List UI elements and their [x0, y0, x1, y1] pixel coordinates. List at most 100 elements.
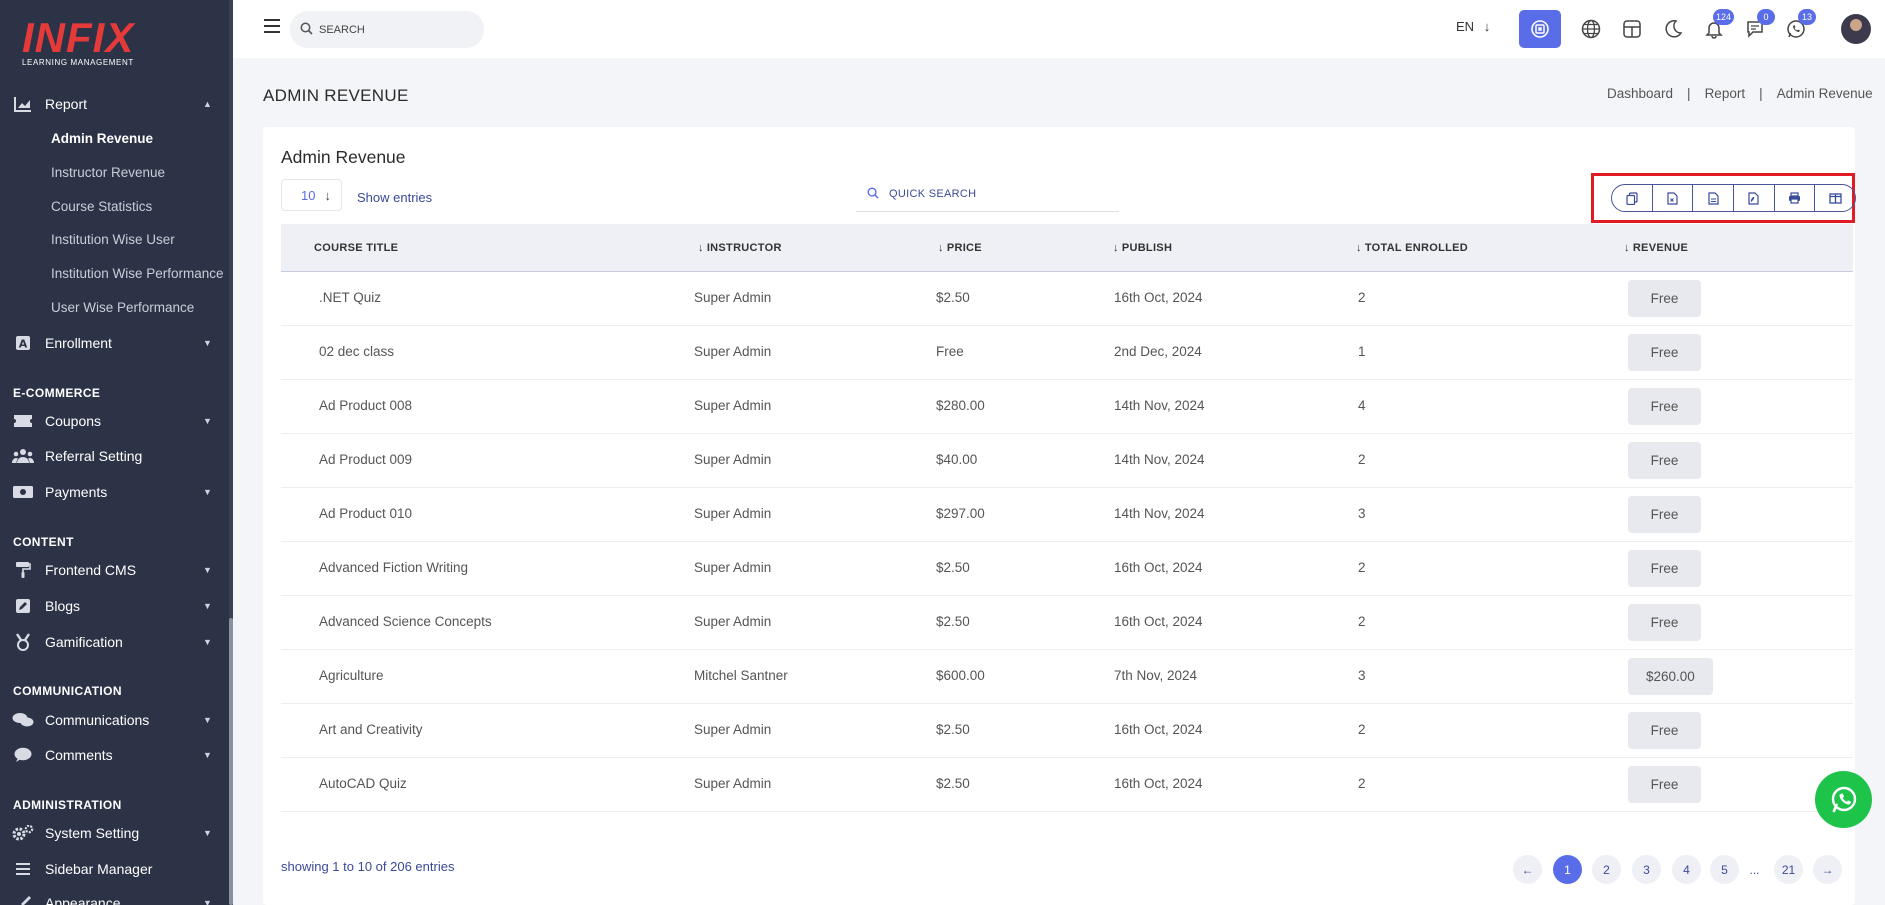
copy-button[interactable] [1612, 185, 1653, 211]
sidebar-item-coupons[interactable]: Coupons ▼ [0, 406, 229, 436]
table-row: Advanced Science Concepts Super Admin $2… [281, 596, 1853, 650]
cell-total-enrolled: 2 [1358, 614, 1366, 629]
cell-publish: 2nd Dec, 2024 [1114, 344, 1202, 359]
whatsapp-icon[interactable]: 13 [1779, 9, 1816, 46]
sidebar-item-payments[interactable]: Payments ▼ [0, 477, 229, 507]
cell-instructor: Super Admin [694, 560, 772, 575]
column-header-instructor[interactable]: ↓ INSTRUCTOR [698, 242, 782, 254]
chart-area-icon [12, 95, 34, 113]
column-header-publish[interactable]: ↓ PUBLISH [1113, 242, 1172, 254]
ticket-icon [12, 412, 34, 430]
arrow-down-icon: ↓ [324, 187, 331, 203]
chevron-down-icon: ▼ [203, 338, 212, 348]
pagination-page-2[interactable]: 2 [1592, 855, 1621, 884]
sidebar-item-appearance[interactable]: Appearance ▼ [0, 888, 229, 905]
column-visibility-button[interactable] [1815, 185, 1855, 211]
entries-per-page-select[interactable]: 10 ↓ [281, 179, 342, 211]
sidebar-item-gamification[interactable]: Gamification ▼ [0, 627, 229, 657]
excel-export-button[interactable] [1653, 185, 1694, 211]
sidebar-subitem-user-wise-performance[interactable]: User Wise Performance [51, 300, 194, 315]
avatar[interactable] [1841, 14, 1871, 44]
users-icon [12, 447, 34, 465]
comment-icon [12, 746, 34, 764]
whatsapp-icon [1831, 786, 1856, 812]
column-header-course-title[interactable]: COURSE TITLE [314, 242, 398, 254]
cell-course-title: Ad Product 010 [319, 506, 413, 521]
cell-revenue-badge: Free [1628, 496, 1701, 533]
sidebar-item-enrollment[interactable]: A Enrollment ▼ [0, 328, 229, 358]
sidebar-item-report[interactable]: Report ▲ [0, 89, 229, 119]
print-button[interactable] [1775, 185, 1816, 211]
sidebar-item-frontend-cms[interactable]: Frontend CMS ▼ [0, 555, 229, 585]
search-input[interactable] [319, 23, 469, 36]
sidebar-subitem-institution-wise-performance[interactable]: Institution Wise Performance [51, 266, 224, 281]
sidebar-item-blogs[interactable]: Blogs ▼ [0, 591, 229, 621]
chevron-down-icon: ▼ [203, 637, 212, 647]
layout-icon[interactable] [1615, 12, 1649, 46]
menu-toggle-icon[interactable] [264, 19, 280, 33]
table-row: .NET Quiz Super Admin $2.50 16th Oct, 20… [281, 272, 1853, 326]
sidebar-item-label: Comments [45, 747, 113, 763]
logo[interactable]: INFIX LEARNING MANAGEMENT [22, 17, 142, 68]
sidebar-item-label: Payments [45, 484, 108, 500]
notification-bell-icon[interactable]: 124 [1697, 9, 1734, 46]
cpu-chip-button[interactable] [1519, 10, 1561, 48]
sort-arrow-icon: ↓ [698, 242, 704, 254]
globe-icon[interactable] [1574, 12, 1608, 46]
csv-export-button[interactable] [1693, 185, 1735, 211]
cell-course-title: AutoCAD Quiz [319, 776, 407, 791]
sidebar-item-communications[interactable]: Communications ▼ [0, 705, 229, 735]
sidebar-item-label: Frontend CMS [45, 562, 137, 578]
sidebar-item-label: Enrollment [45, 335, 112, 351]
quick-search[interactable] [856, 177, 1119, 212]
column-header-price[interactable]: ↓ PRICE [938, 242, 982, 254]
column-header-total-enrolled[interactable]: ↓ TOTAL ENROLLED [1356, 242, 1468, 254]
cell-revenue-badge: $260.00 [1628, 658, 1713, 695]
cell-total-enrolled: 3 [1358, 506, 1366, 521]
pagination-ellipsis: ... [1749, 862, 1760, 877]
sidebar-subitem-course-statistics[interactable]: Course Statistics [51, 199, 152, 214]
cell-publish: 7th Nov, 2024 [1114, 668, 1198, 683]
export-button-group [1611, 184, 1856, 212]
table-row: Ad Product 010 Super Admin $297.00 14th … [281, 488, 1853, 542]
moon-icon[interactable] [1656, 12, 1690, 46]
sidebar-subitem-institution-wise-user[interactable]: Institution Wise User [51, 232, 175, 247]
sidebar-item-referral-setting[interactable]: Referral Setting [0, 441, 229, 471]
sidebar-item-sidebar-manager[interactable]: Sidebar Manager [0, 854, 229, 884]
column-header-revenue[interactable]: ↓ REVENUE [1624, 242, 1688, 254]
cell-price: Free [936, 344, 964, 359]
search-icon [867, 187, 879, 202]
pagination-page-5[interactable]: 5 [1710, 855, 1739, 884]
pagination-page-3[interactable]: 3 [1632, 855, 1661, 884]
pagination-next-button[interactable]: → [1813, 855, 1842, 884]
sidebar-item-label: Report [45, 96, 88, 112]
sidebar-subitem-instructor-revenue[interactable]: Instructor Revenue [51, 165, 165, 180]
sidebar-item-system-setting[interactable]: System Setting ▼ [0, 818, 229, 848]
quick-search-input[interactable] [889, 188, 1089, 200]
pdf-export-button[interactable] [1734, 185, 1775, 211]
breadcrumb-dashboard[interactable]: Dashboard [1607, 86, 1673, 101]
cell-instructor: Super Admin [694, 290, 772, 305]
whatsapp-float-button[interactable] [1815, 771, 1872, 828]
pagination-previous-button[interactable]: ← [1513, 855, 1542, 884]
breadcrumb: Dashboard | Report | Admin Revenue [1607, 86, 1873, 101]
pagination-page-4[interactable]: 4 [1672, 855, 1701, 884]
breadcrumb-report[interactable]: Report [1705, 86, 1746, 101]
message-icon[interactable]: 0 [1738, 9, 1775, 46]
header-search[interactable] [290, 11, 484, 48]
sidebar-scrollbar-thumb[interactable] [229, 618, 233, 905]
pagination-page-21[interactable]: 21 [1774, 855, 1803, 884]
sidebar-item-label: Sidebar Manager [45, 861, 153, 877]
logo-tagline: LEARNING MANAGEMENT [22, 58, 134, 67]
section-administration: ADMINISTRATION [13, 798, 122, 812]
language-selector[interactable]: EN ↓ [1456, 19, 1490, 34]
svg-text:A: A [19, 338, 28, 351]
pagination-page-1[interactable]: 1 [1553, 855, 1582, 884]
cell-revenue-badge: Free [1628, 604, 1701, 641]
sidebar-item-comments[interactable]: Comments ▼ [0, 740, 229, 770]
cell-course-title: Advanced Fiction Writing [319, 560, 469, 575]
paint-roller-icon [12, 561, 34, 579]
sidebar-subitem-admin-revenue[interactable]: Admin Revenue [51, 131, 153, 146]
cell-publish: 16th Oct, 2024 [1114, 614, 1203, 629]
chevron-down-icon: ▼ [203, 828, 212, 838]
